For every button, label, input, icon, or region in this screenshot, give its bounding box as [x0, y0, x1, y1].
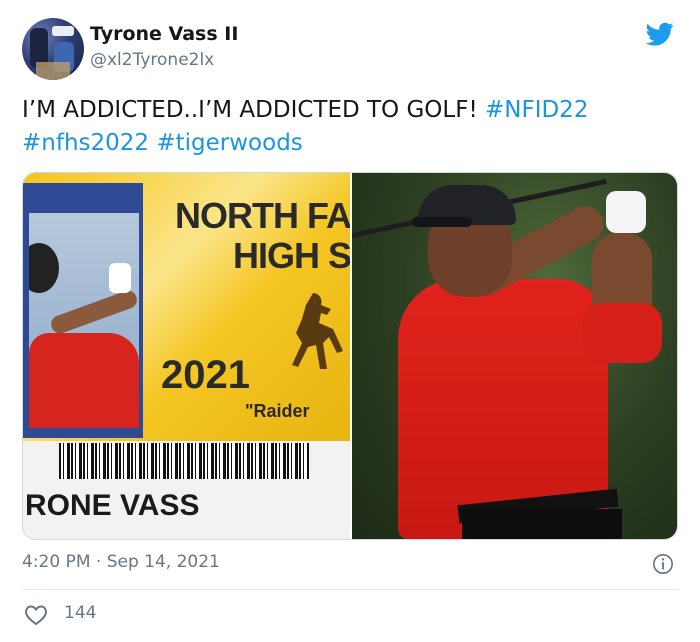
author-avatar[interactable]: [22, 18, 84, 80]
twitter-bird-icon[interactable]: [644, 20, 676, 48]
tweet-card: Tyrone Vass II @xl2Tyrone2lx I’M ADDICTE…: [0, 0, 700, 642]
golfer-photo[interactable]: [352, 173, 677, 539]
info-icon[interactable]: [652, 553, 674, 575]
id-school-line2: HIGH SC: [233, 235, 350, 276]
footer-divider: [22, 589, 678, 590]
id-mascot-text: "Raider: [245, 401, 310, 421]
raider-mascot-icon: [292, 293, 343, 369]
hashtag-nfhs2022[interactable]: #nfhs2022: [22, 130, 149, 156]
heart-icon[interactable]: [24, 604, 48, 626]
tweet-timestamp[interactable]: 4:20 PM · Sep 14, 2021: [22, 552, 220, 572]
id-student-name: RONE VASS: [25, 489, 200, 522]
tweet-text: I’M ADDICTED..I’M ADDICTED TO GOLF! #NFI…: [22, 94, 678, 160]
id-school-line1: NORTH FAR: [175, 195, 350, 236]
author-handle[interactable]: @xl2Tyrone2lx: [90, 50, 214, 70]
student-id-photo[interactable]: NORTH FAR HIGH SC 2021 "Raider RONE VASS: [23, 173, 350, 539]
hashtag-nfid22[interactable]: #NFID22: [485, 97, 588, 123]
author-name[interactable]: Tyrone Vass II: [90, 23, 238, 45]
like-count[interactable]: 144: [64, 603, 96, 623]
id-barcode: [59, 443, 309, 479]
tweet-media[interactable]: NORTH FAR HIGH SC 2021 "Raider RONE VASS: [22, 172, 678, 540]
hashtag-tigerwoods[interactable]: #tigerwoods: [156, 130, 302, 156]
id-year: 2021: [161, 353, 250, 397]
tweet-body: I’M ADDICTED..I’M ADDICTED TO GOLF!: [22, 97, 485, 123]
